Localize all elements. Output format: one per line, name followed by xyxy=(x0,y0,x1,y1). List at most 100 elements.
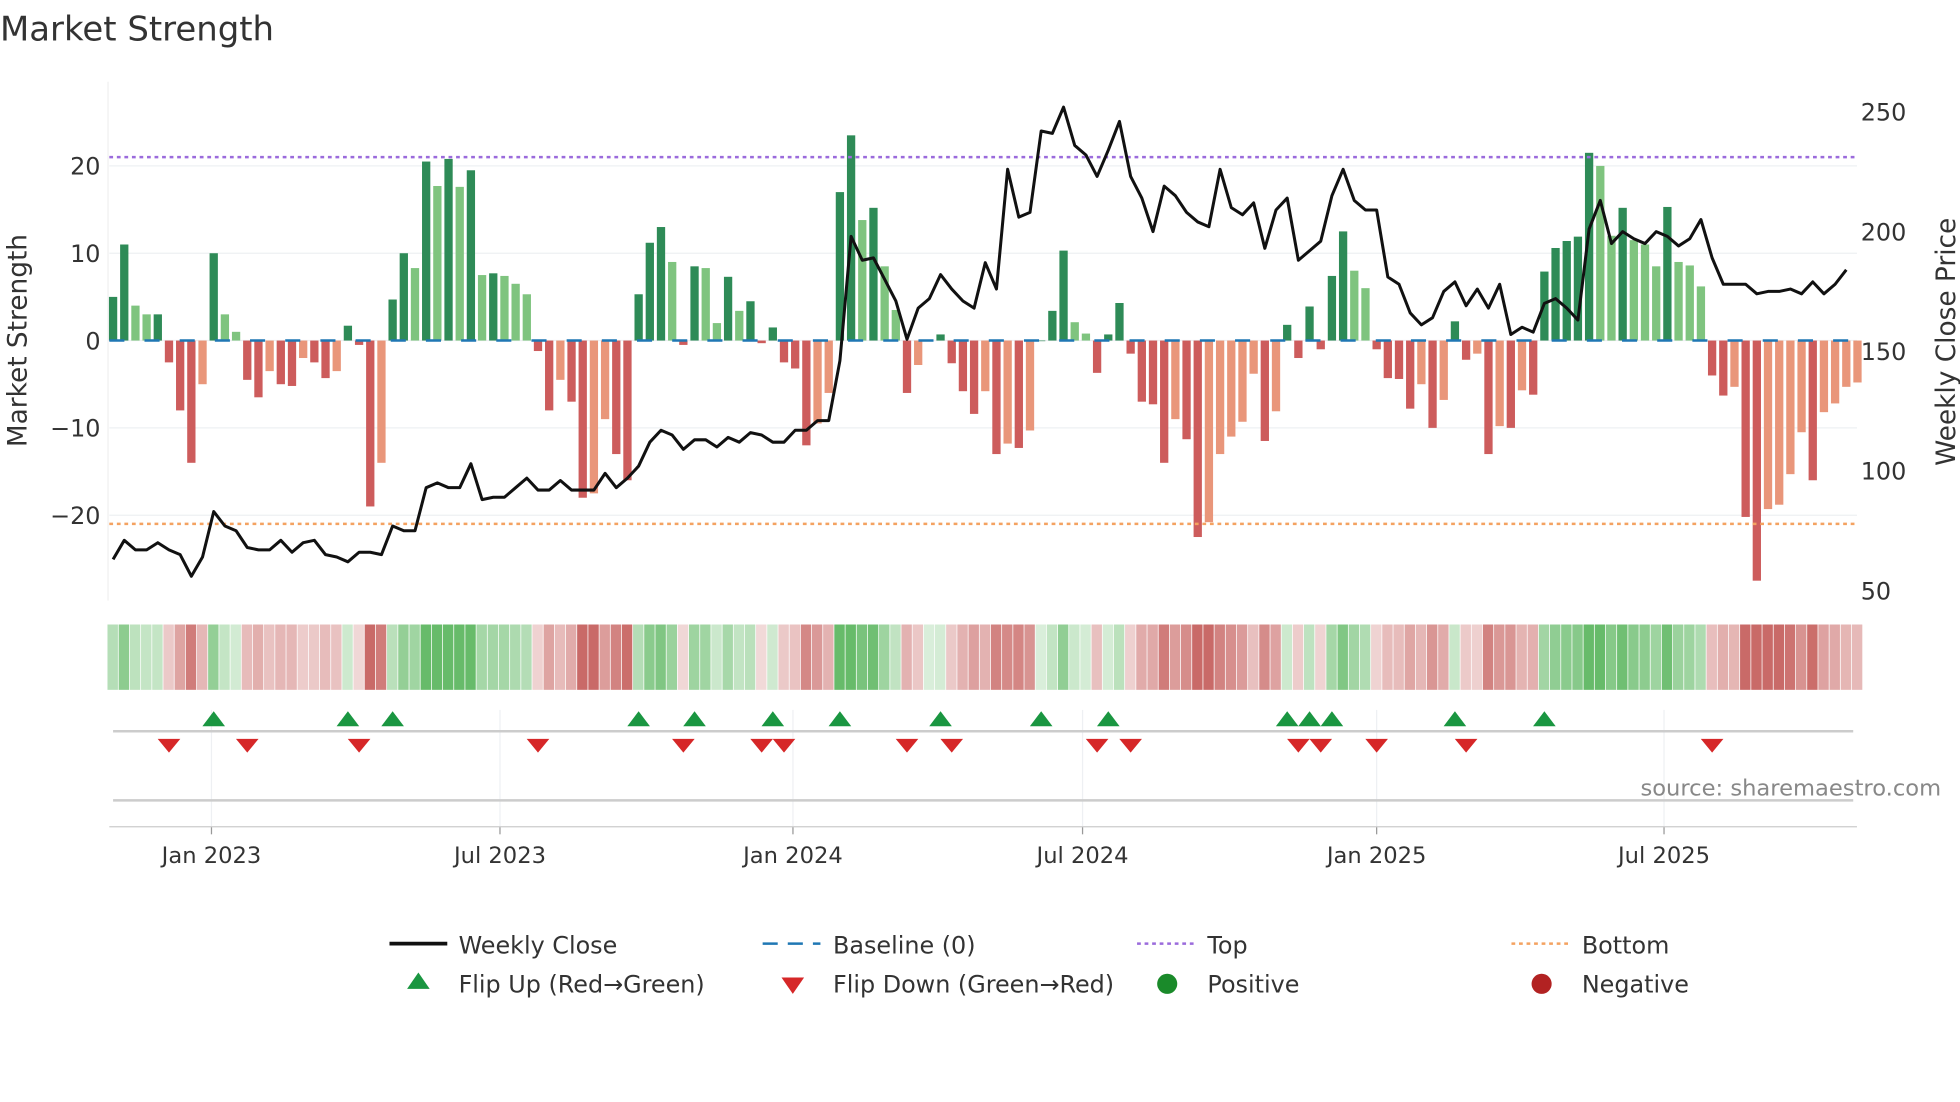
legend-flip-down: Flip Down (Green→Red) xyxy=(833,971,1114,999)
flip-up-marker xyxy=(828,711,852,727)
heat-cell xyxy=(107,624,118,690)
heat-cell xyxy=(756,624,767,690)
heat-cell xyxy=(1214,624,1225,690)
heat-cell xyxy=(1851,624,1863,690)
strength-bar xyxy=(108,296,118,341)
heat-cell xyxy=(1426,624,1438,690)
strength-bar xyxy=(187,340,196,463)
flip-down-marker xyxy=(526,738,550,753)
flip-down-marker xyxy=(1365,738,1388,753)
heat-cell xyxy=(532,624,543,690)
strength-bar xyxy=(914,340,923,366)
heat-cell xyxy=(834,624,845,690)
strength-bar xyxy=(1652,266,1661,341)
heat-cell xyxy=(118,624,130,690)
strength-bar xyxy=(1663,206,1672,341)
flip-up-marker xyxy=(336,711,360,727)
heat-cell xyxy=(185,624,197,690)
strength-bar xyxy=(947,340,956,364)
heat-cell xyxy=(1192,624,1203,690)
strength-bar xyxy=(1685,265,1694,341)
strength-bar xyxy=(545,340,554,411)
strength-bar xyxy=(1450,321,1460,341)
strength-bar xyxy=(1316,340,1325,350)
strength-bar xyxy=(1484,340,1493,455)
strength-bar xyxy=(343,325,353,341)
strength-bar xyxy=(1283,324,1292,341)
strength-bar xyxy=(1215,340,1225,455)
strength-bar xyxy=(1730,340,1739,387)
source-label: source: sharemaestro.com xyxy=(1640,775,1941,801)
strength-bar xyxy=(1394,340,1404,379)
heat-cell xyxy=(1080,624,1091,690)
strength-bar xyxy=(1495,340,1504,427)
strength-bar xyxy=(1842,340,1851,387)
heat-cell xyxy=(1527,624,1539,690)
heat-cell xyxy=(1281,624,1293,690)
flip-up-marker xyxy=(1096,711,1120,727)
strength-bar xyxy=(600,340,610,420)
left-axis-label: Market Strength xyxy=(3,234,33,447)
strength-bar xyxy=(1752,340,1761,581)
strength-bar xyxy=(634,294,643,341)
strength-bar xyxy=(477,275,487,341)
heat-cell xyxy=(890,624,901,690)
legend-flip-down-icon xyxy=(781,977,805,994)
strength-bar xyxy=(1473,340,1482,354)
heat-cell xyxy=(398,624,409,690)
heat-cell xyxy=(129,624,141,690)
strength-bar xyxy=(1048,310,1057,341)
flip-up-marker xyxy=(1029,711,1053,727)
strength-bar xyxy=(1808,340,1817,481)
strength-bar xyxy=(668,261,677,341)
x-tick-label: Jul 2025 xyxy=(1616,843,1710,869)
heat-cell xyxy=(610,624,622,690)
strength-bar xyxy=(1551,247,1560,341)
strength-bar xyxy=(131,305,140,341)
strength-bar xyxy=(321,340,330,379)
strength-bar xyxy=(209,253,218,341)
heat-cell xyxy=(1583,624,1594,690)
strength-bar xyxy=(164,340,174,363)
strength-bar xyxy=(1025,340,1035,431)
strength-bar xyxy=(735,310,744,341)
heat-cell xyxy=(934,624,946,690)
strength-bar xyxy=(1148,340,1158,405)
strength-bar xyxy=(231,331,241,341)
heat-cell xyxy=(342,624,353,690)
strength-bar xyxy=(388,299,397,341)
heat-cell xyxy=(655,624,666,690)
heat-cell xyxy=(1002,624,1013,690)
heat-cell xyxy=(1393,624,1404,690)
heat-cell xyxy=(420,624,432,690)
heat-cell xyxy=(1337,624,1348,690)
heat-cell xyxy=(957,624,968,690)
heat-cell xyxy=(1460,624,1471,690)
legend-positive-icon xyxy=(1157,973,1178,994)
strength-bar xyxy=(1618,207,1627,341)
heat-cell xyxy=(1505,624,1516,690)
heat-cell xyxy=(789,624,801,690)
x-tick-label: Jan 2023 xyxy=(160,843,262,869)
heat-cell xyxy=(409,624,420,690)
heat-cell xyxy=(1013,624,1024,690)
heat-cell xyxy=(264,624,275,690)
strength-bar xyxy=(1182,340,1191,440)
strength-bar xyxy=(1294,340,1303,359)
heat-cell xyxy=(308,624,320,690)
legend-positive: Positive xyxy=(1207,971,1299,999)
heat-cell xyxy=(1169,624,1181,690)
strength-heat-strip xyxy=(107,624,1863,690)
heat-cell xyxy=(1438,624,1449,690)
strength-bar xyxy=(1406,340,1415,409)
heat-cell xyxy=(1180,624,1192,690)
legend-negative: Negative xyxy=(1582,971,1689,999)
strength-bar xyxy=(1137,340,1146,402)
strength-bar xyxy=(1204,340,1214,523)
heat-cell xyxy=(1695,624,1706,690)
strength-bar xyxy=(969,340,979,414)
strength-bar xyxy=(791,340,800,369)
strength-bar xyxy=(310,340,319,363)
strength-bar xyxy=(1227,340,1236,437)
heat-cell xyxy=(1572,624,1583,690)
